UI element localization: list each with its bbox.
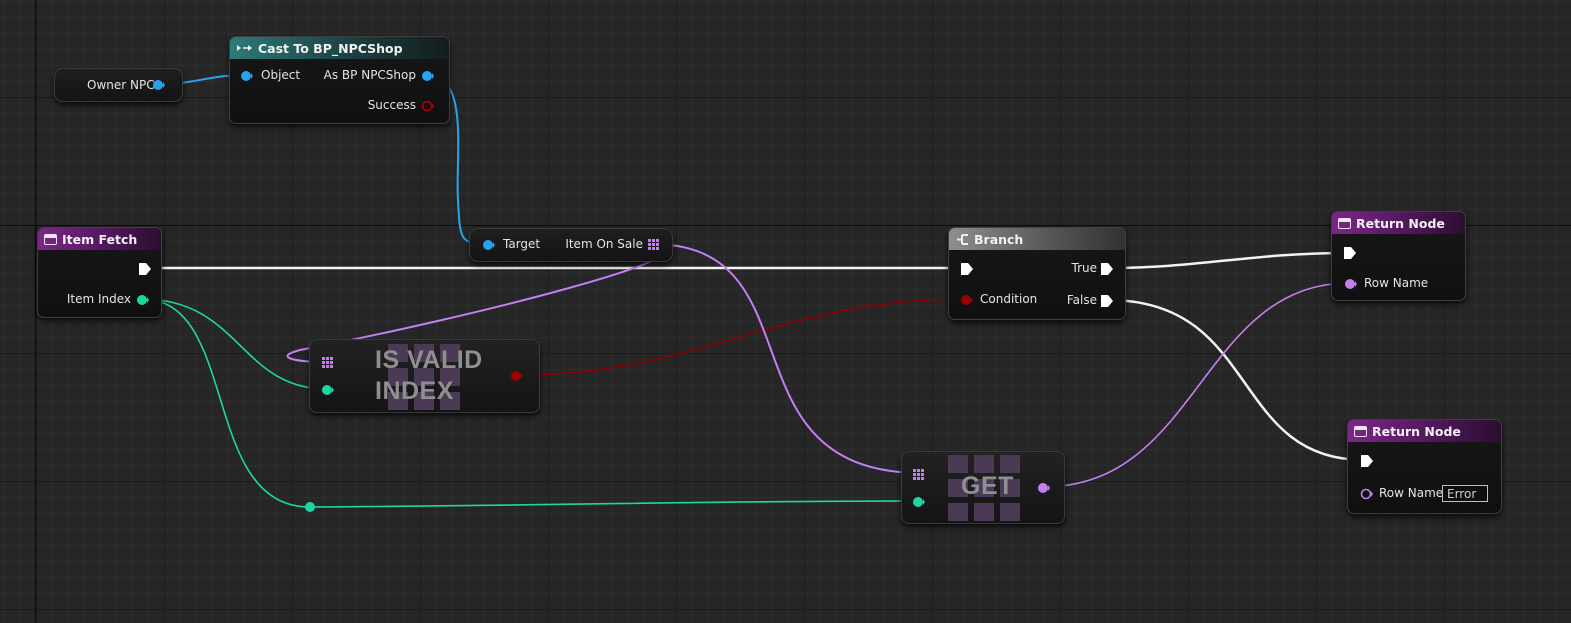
is-valid-index-bool-out-pin[interactable] [510, 369, 524, 383]
owner-npc-pin[interactable] [152, 78, 166, 92]
item-fetch-exec-out-pin[interactable] [138, 262, 152, 276]
wire-item-index-to-reroute[interactable] [141, 298, 311, 508]
item-fetch-item-index-pin[interactable] [136, 293, 150, 307]
return-node-top-row-name-label: Row Name [1364, 276, 1429, 290]
wire-reroute-to-get-index[interactable] [309, 500, 919, 508]
is-valid-index-title-line1: IS VALID [375, 346, 483, 374]
cast-as-npcshop-pin[interactable] [421, 69, 435, 83]
cast-success-pin[interactable] [421, 99, 435, 113]
row-name-value-input[interactable]: Error [1442, 485, 1488, 502]
is-valid-index-title-line2: INDEX [375, 377, 454, 405]
is-valid-index-title: IS VALID INDEX [375, 345, 483, 407]
wire-item-index-to-isvalid[interactable] [141, 298, 328, 390]
function-icon [1338, 217, 1351, 229]
return-node-bottom-exec-in-pin[interactable] [1360, 454, 1374, 468]
owner-npc-node[interactable]: Owner NPC [54, 68, 183, 102]
branch-condition-pin[interactable] [960, 293, 974, 307]
branch-icon [957, 233, 968, 245]
return-node-top-exec-in-pin[interactable] [1343, 246, 1357, 260]
branch-exec-in-pin[interactable] [960, 262, 974, 276]
branch-node[interactable]: Branch Condition True False [948, 227, 1126, 320]
function-icon [44, 233, 57, 245]
branch-false-label: False [1066, 293, 1097, 307]
function-icon [1354, 425, 1367, 437]
is-valid-index-node[interactable]: IS VALID INDEX [309, 339, 540, 413]
item-fetch-header: Item Fetch [38, 228, 161, 250]
branch-true-pin[interactable] [1100, 262, 1114, 276]
item-on-sale-target-pin[interactable] [482, 238, 496, 252]
get-title: GET [961, 472, 1014, 500]
cast-to-npcshop-node[interactable]: Cast To BP_NPCShop Object As BP NPCShop … [229, 36, 450, 124]
cast-icon [237, 45, 252, 51]
branch-true-label: True [1071, 261, 1098, 275]
branch-condition-label: Condition [980, 292, 1038, 306]
is-valid-index-int-pin[interactable] [321, 383, 335, 397]
wire-item-on-sale-to-get[interactable] [651, 243, 919, 474]
item-fetch-item-index-label: Item Index [66, 292, 131, 306]
graph-axis-vertical [35, 0, 36, 623]
cast-node-header: Cast To BP_NPCShop [230, 37, 449, 59]
item-on-sale-target-label: Target [503, 237, 541, 251]
item-fetch-title: Item Fetch [62, 231, 138, 247]
item-on-sale-label: Item On Sale [565, 237, 643, 251]
item-on-sale-node[interactable]: Target Item On Sale [469, 228, 673, 262]
is-valid-index-array-pin[interactable] [321, 356, 334, 369]
return-node-top-row-name-pin[interactable] [1344, 277, 1358, 291]
return-node-top[interactable]: Return Node Row Name [1331, 211, 1466, 301]
cast-node-title: Cast To BP_NPCShop [258, 40, 403, 56]
return-node-bottom-row-name-label: Row Name [1379, 486, 1444, 500]
owner-npc-label: Owner NPC [87, 78, 155, 92]
return-node-top-header: Return Node [1332, 212, 1465, 234]
cast-object-pin[interactable] [240, 69, 254, 83]
branch-false-pin[interactable] [1100, 294, 1114, 308]
get-array-pin[interactable] [912, 468, 925, 481]
return-node-bottom-title: Return Node [1372, 423, 1461, 439]
branch-header: Branch [949, 228, 1125, 250]
item-fetch-node[interactable]: Item Fetch Item Index [37, 227, 162, 318]
item-on-sale-array-pin[interactable] [647, 238, 660, 251]
wire-isvalid-to-condition[interactable] [516, 298, 967, 376]
cast-as-npcshop-label: As BP NPCShop [323, 68, 416, 82]
get-node[interactable]: GET [901, 451, 1065, 524]
return-node-top-title: Return Node [1356, 215, 1445, 231]
return-node-bottom-header: Return Node [1348, 420, 1501, 442]
wire-true-to-return-top[interactable] [1107, 251, 1349, 270]
reroute-knot[interactable] [303, 500, 317, 514]
cast-success-label: Success [367, 98, 416, 112]
cast-object-label: Object [261, 68, 301, 82]
get-index-pin[interactable] [912, 495, 926, 509]
return-node-bottom[interactable]: Return Node Row Name Error [1347, 419, 1502, 514]
return-node-bottom-row-name-pin[interactable] [1360, 487, 1374, 501]
branch-title: Branch [974, 231, 1024, 247]
wire-false-to-return-bottom[interactable] [1107, 298, 1365, 462]
get-out-pin[interactable] [1037, 481, 1051, 495]
